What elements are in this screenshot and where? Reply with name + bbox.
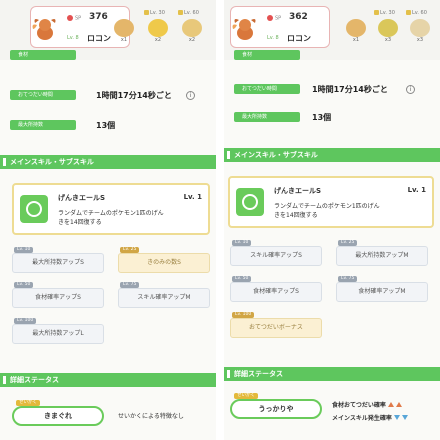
nature-up-effect: 食材おてつだい確率 [332, 400, 402, 409]
sp-label: SP [67, 15, 81, 22]
pokemon-card[interactable]: SP 362 Lv. 8 ロコン [230, 6, 330, 48]
main-skill-card[interactable]: げんきエールS Lv. 1 ランダムでチームのポケモン1匹のげんきを14回復する [228, 176, 434, 228]
ingredient-icon [346, 19, 366, 37]
help-time-label: おてつだい時間 [234, 84, 300, 94]
info-icon[interactable]: i [186, 91, 195, 100]
skill-description: ランダムでチームのポケモン1匹のげんきを14回復する [274, 203, 380, 219]
help-time-value: 1時間17分14秒ごと [312, 85, 388, 94]
subskill-5[interactable]: おてつだいボーナス [230, 318, 322, 338]
nature-down-effect: メインスキル発生確率 [332, 413, 408, 422]
ingredient-slot-2[interactable]: Lv. 30 x2 [144, 10, 172, 54]
ingredient-level [342, 10, 370, 16]
level-label: Lv. 8 [267, 35, 279, 41]
energy-skill-icon [20, 195, 48, 223]
sp-icon [267, 15, 273, 21]
nature-effect: せいかくによる特徴なし [118, 413, 184, 420]
subskill-1[interactable]: 最大所持数アップS [12, 253, 104, 273]
nature-button[interactable]: うっかりや [230, 399, 322, 419]
subskill-3[interactable]: 食材確率アップS [230, 282, 322, 302]
ingredient-slot-1[interactable]: x1 [110, 10, 138, 54]
ingredient-slot-2[interactable]: Lv. 30 x3 [374, 10, 402, 54]
skill-level: Lv. 1 [407, 186, 426, 194]
main-skill-card[interactable]: げんきエールS Lv. 1 ランダムでチームのポケモン1匹のげんきを14回復する [12, 183, 210, 235]
subskill-4[interactable]: 食材確率アップM [336, 282, 428, 302]
ingredient-level [110, 10, 138, 16]
vulpix-icon [232, 19, 256, 40]
section-status: 詳細ステータス [224, 367, 440, 381]
sp-icon [67, 15, 73, 21]
info-icon[interactable]: i [406, 85, 415, 94]
nature-button[interactable]: きまぐれ [12, 406, 104, 426]
ingredient-slot-1[interactable]: x1 [342, 10, 370, 54]
skill-name: げんきエールS [274, 187, 322, 195]
ingredient-icon [114, 19, 134, 37]
ingredient-icon [410, 19, 430, 37]
subskill-5[interactable]: 最大所持数アップL [12, 324, 104, 344]
section-status: 詳細ステータス [0, 373, 216, 387]
left-panel: SP 376 Lv. 8 ロコン x1 Lv. 30 x2 Lv. 60 x2 … [0, 0, 216, 440]
ingredient-level: Lv. 60 [406, 10, 434, 16]
ingredient-slot-3[interactable]: Lv. 60 x2 [178, 10, 206, 54]
ingredient-icon [148, 19, 168, 37]
ingredient-count: x2 [188, 37, 196, 43]
pokemon-name: ロコン [87, 34, 111, 43]
ingredient-count: x2 [154, 37, 162, 43]
ingredient-icon [182, 19, 202, 37]
section-skills: メインスキル・サブスキル [224, 148, 440, 162]
subskill-3[interactable]: 食材確率アップS [12, 288, 104, 308]
ingredient-level: Lv. 30 [144, 10, 172, 16]
lock-icon [144, 10, 149, 15]
sp-value: 376 [89, 12, 108, 22]
skill-description: ランダムでチームのポケモン1匹のげんきを14回復する [58, 210, 164, 226]
carry-value: 13個 [96, 121, 116, 130]
skill-name: げんきエールS [58, 194, 106, 202]
ingredient-count: x1 [352, 37, 360, 43]
ingredient-label: 食材 [234, 50, 300, 60]
carry-label: 最大所持数 [10, 120, 76, 130]
ingredient-slot-3[interactable]: Lv. 60 x3 [406, 10, 434, 54]
ingredient-count: x3 [384, 37, 392, 43]
right-panel: SP 362 Lv. 8 ロコン x1 Lv. 30 x3 Lv. 60 x3 … [224, 0, 440, 440]
ingredient-count: x1 [120, 37, 128, 43]
carry-value: 13個 [312, 113, 332, 122]
sp-label: SP [267, 15, 281, 22]
arrow-up-icon [395, 402, 402, 407]
ingredient-count: x3 [416, 37, 424, 43]
section-skills: メインスキル・サブスキル [0, 155, 216, 169]
subskill-2[interactable]: 最大所持数アップM [336, 246, 428, 266]
pokemon-name: ロコン [287, 34, 311, 43]
arrow-down-icon [401, 415, 408, 420]
subskill-4[interactable]: スキル確率アップM [118, 288, 210, 308]
ingredient-label: 食材 [10, 50, 76, 60]
vulpix-icon [32, 19, 56, 40]
sp-value: 362 [289, 12, 308, 22]
subskill-2[interactable]: きのみの数S [118, 253, 210, 273]
level-label: Lv. 8 [67, 35, 79, 41]
help-time-label: おてつだい時間 [10, 90, 76, 100]
arrow-up-icon [387, 402, 394, 407]
panel-divider [216, 0, 224, 440]
ingredient-level: Lv. 30 [374, 10, 402, 16]
lock-icon [406, 10, 411, 15]
ingredient-level: Lv. 60 [178, 10, 206, 16]
subskill-1[interactable]: スキル確率アップS [230, 246, 322, 266]
energy-skill-icon [236, 188, 264, 216]
skill-level: Lv. 1 [183, 193, 202, 201]
carry-label: 最大所持数 [234, 112, 300, 122]
lock-icon [374, 10, 379, 15]
help-time-value: 1時間17分14秒ごと [96, 91, 172, 100]
ingredient-icon [378, 19, 398, 37]
arrow-down-icon [393, 415, 400, 420]
lock-icon [178, 10, 183, 15]
